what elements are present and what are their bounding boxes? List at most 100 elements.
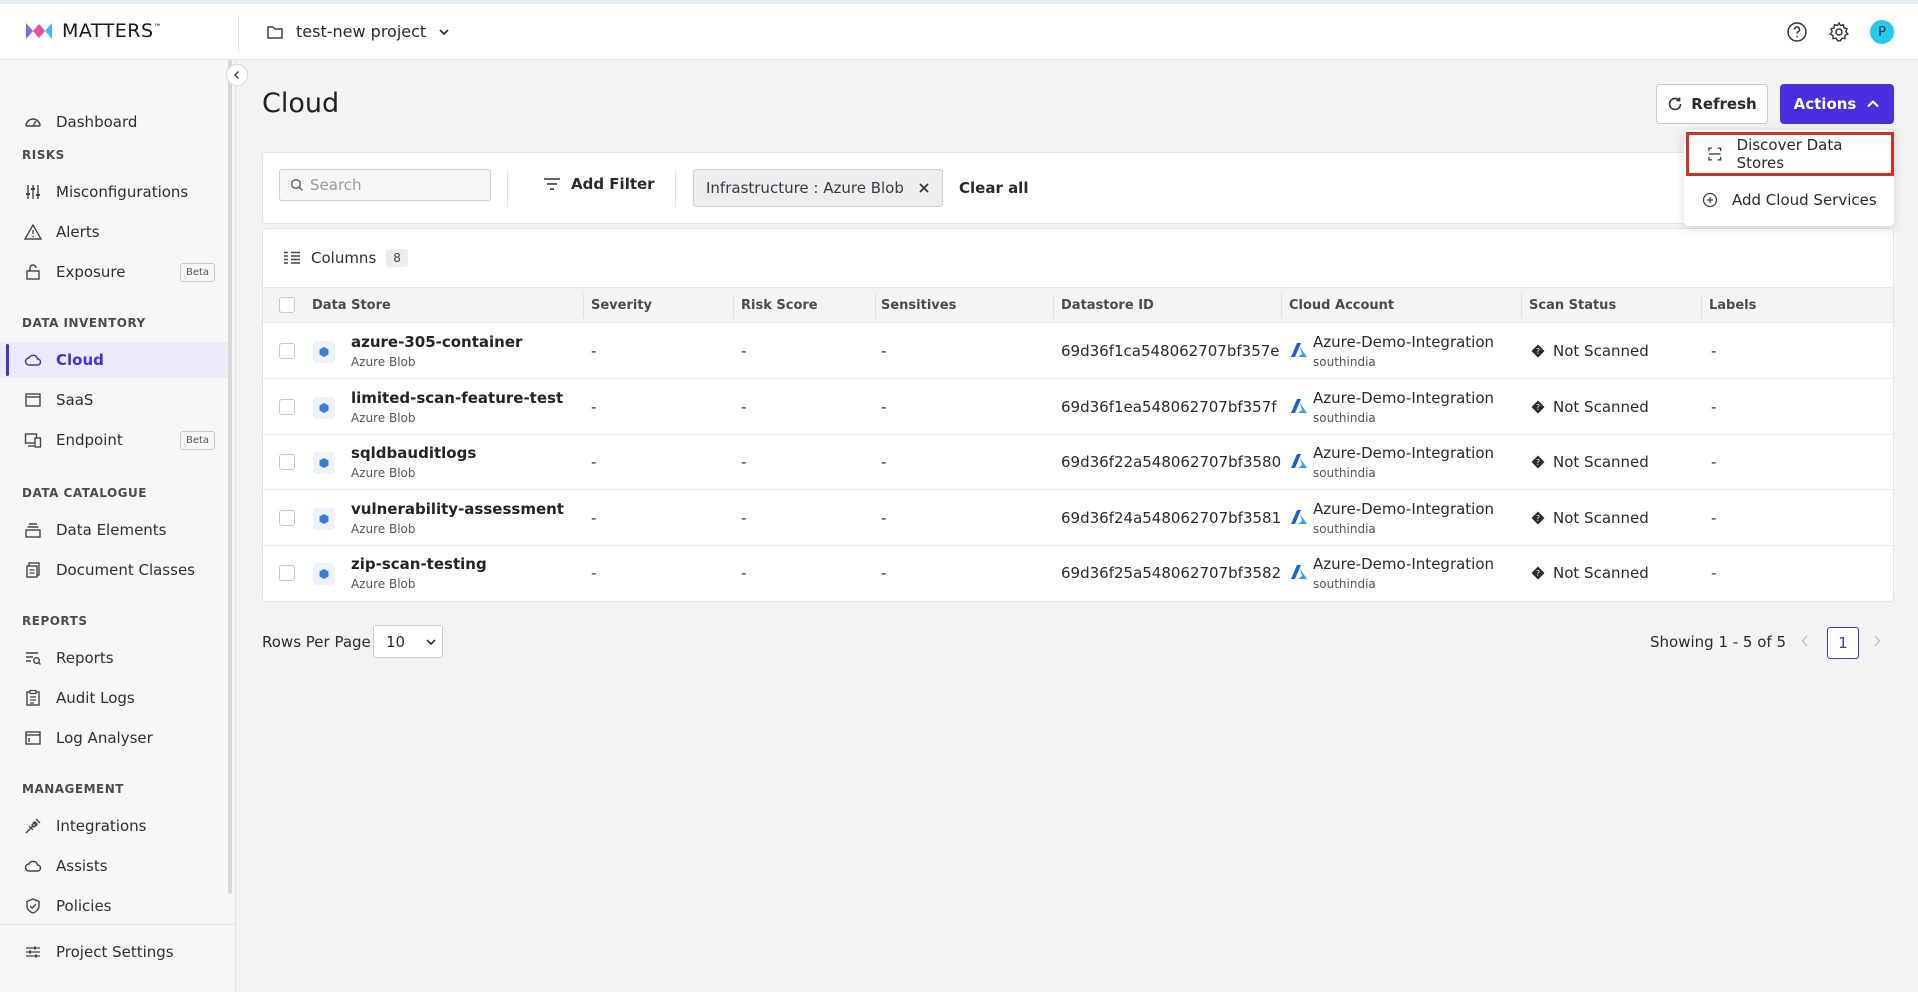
header-severity[interactable]: Severity	[591, 298, 652, 313]
row-checkbox[interactable]	[279, 399, 295, 415]
sidebar-item-integrations[interactable]: Integrations	[0, 808, 228, 844]
menu-item-add-cloud-services[interactable]: Add Cloud Services	[1684, 178, 1894, 222]
row-checkbox[interactable]	[279, 510, 295, 526]
header-datastore-id[interactable]: Datastore ID	[1061, 298, 1154, 313]
header-separator	[1521, 294, 1522, 318]
severity-cell: -	[591, 398, 597, 416]
row-checkbox[interactable]	[279, 565, 295, 581]
table-header: Data Store Severity Risk Score Sensitive…	[263, 287, 1893, 323]
row-checkbox[interactable]	[279, 454, 295, 470]
labels-cell: -	[1711, 509, 1717, 527]
sidebar-item-alerts[interactable]: Alerts	[0, 214, 228, 250]
datastore-id-cell: 69d36f22a548062707bf3580	[1061, 453, 1282, 471]
sidebar-label-saas: SaaS	[56, 391, 94, 409]
previous-page-icon[interactable]	[1800, 634, 1810, 648]
table-row[interactable]: zip-scan-testing Azure Blob - - - 69d36f…	[263, 546, 1893, 601]
sidebar-label-misconfigurations: Misconfigurations	[56, 183, 189, 201]
sidebar-item-misconfigurations[interactable]: Misconfigurations	[0, 174, 228, 210]
svg-text:?: ?	[1536, 458, 1540, 467]
menu-item-discover-data-stores[interactable]: Discover Data Stores	[1686, 132, 1894, 176]
data-store-type: Azure Blob	[351, 466, 416, 480]
sidebar-item-project-settings[interactable]: Project Settings	[0, 934, 228, 970]
header-separator	[1281, 294, 1282, 318]
severity-cell: -	[591, 342, 597, 360]
clear-all-button[interactable]: Clear all	[959, 179, 1028, 197]
cloud-icon	[24, 351, 42, 369]
table-row[interactable]: limited-scan-feature-test Azure Blob - -…	[263, 380, 1893, 435]
filter-icon	[544, 178, 560, 190]
header-cloud-account[interactable]: Cloud Account	[1289, 298, 1394, 313]
cloud-account-region: southindia	[1313, 355, 1376, 369]
add-filter-button[interactable]: Add Filter	[543, 175, 655, 193]
risk-score-cell: -	[741, 509, 747, 527]
header-risk-score[interactable]: Risk Score	[741, 298, 818, 313]
table-row[interactable]: vulnerability-assessment Azure Blob - - …	[263, 491, 1893, 546]
sidebar-item-assists[interactable]: Assists	[0, 848, 228, 884]
sidebar-item-saas[interactable]: SaaS	[0, 382, 228, 418]
app-logo[interactable]: MATTERS™	[24, 18, 162, 44]
sidebar-item-audit-logs[interactable]: Audit Logs	[0, 680, 228, 716]
sidebar-item-policies[interactable]: Policies	[0, 888, 228, 924]
close-icon[interactable]	[918, 182, 930, 194]
row-checkbox[interactable]	[279, 343, 295, 359]
sidebar-item-dashboard[interactable]: Dashboard	[0, 104, 228, 140]
sidebar-item-exposure[interactable]: Exposure Beta	[0, 254, 228, 290]
azure-blob-icon	[313, 341, 335, 363]
table-row[interactable]: azure-305-container Azure Blob - - - 69d…	[263, 324, 1893, 379]
page-number-button[interactable]: 1	[1827, 627, 1859, 659]
dashboard-icon	[24, 113, 42, 131]
search-input[interactable]	[310, 176, 480, 194]
header-data-store[interactable]: Data Store	[312, 298, 391, 313]
folder-icon	[267, 25, 283, 39]
table-row[interactable]: sqldbauditlogs Azure Blob - - - 69d36f22…	[263, 435, 1893, 490]
chevron-down-icon	[439, 28, 449, 35]
sidebar-item-endpoint[interactable]: Endpoint Beta	[0, 422, 228, 458]
header-scan-status[interactable]: Scan Status	[1529, 298, 1616, 313]
sidebar-item-data-elements[interactable]: Data Elements	[0, 512, 228, 548]
datastore-id-cell: 69d36f1ca548062707bf357e	[1061, 342, 1280, 360]
data-store-name[interactable]: limited-scan-feature-test	[351, 389, 563, 407]
sidebar-label-log-analyser: Log Analyser	[56, 729, 153, 747]
scan-status-label: Not Scanned	[1553, 342, 1649, 360]
next-page-icon[interactable]	[1872, 634, 1882, 648]
columns-count-badge: 8	[386, 249, 408, 267]
stack-icon	[24, 521, 42, 539]
columns-toggle[interactable]: Columns 8	[263, 229, 1893, 287]
labels-cell: -	[1711, 342, 1717, 360]
chevron-up-icon	[1867, 100, 1880, 108]
labels-cell: -	[1711, 453, 1717, 471]
datastore-id-cell: 69d36f25a548062707bf3582	[1061, 564, 1282, 582]
refresh-label: Refresh	[1691, 95, 1757, 113]
cloud-account-region: southindia	[1313, 411, 1376, 425]
sidebar-item-reports[interactable]: Reports	[0, 640, 228, 676]
header-labels[interactable]: Labels	[1709, 298, 1756, 313]
sidebar-item-cloud[interactable]: Cloud	[0, 342, 228, 378]
rows-per-page-select[interactable]: 10	[373, 625, 443, 658]
pagination-summary: Showing 1 - 5 of 5	[1650, 633, 1787, 651]
user-avatar[interactable]: P	[1870, 20, 1894, 44]
data-store-name[interactable]: zip-scan-testing	[351, 555, 487, 573]
filter-chip-infrastructure[interactable]: Infrastructure : Azure Blob	[693, 169, 943, 207]
data-store-name[interactable]: sqldbauditlogs	[351, 444, 476, 462]
sidebar-label-cloud: Cloud	[56, 351, 104, 369]
sidebar-item-document-classes[interactable]: Document Classes	[0, 552, 228, 588]
risk-score-cell: -	[741, 342, 747, 360]
project-selector[interactable]: test-new project	[266, 22, 450, 41]
terminal-window-icon	[24, 729, 42, 747]
help-icon[interactable]	[1786, 21, 1808, 43]
sidebar-collapse-button[interactable]	[226, 64, 248, 86]
data-store-name[interactable]: azure-305-container	[351, 333, 522, 351]
header-sensitives[interactable]: Sensitives	[881, 298, 956, 313]
cloud-account-region: southindia	[1313, 577, 1376, 591]
actions-button[interactable]: Actions	[1780, 84, 1894, 124]
sidebar-item-log-analyser[interactable]: Log Analyser	[0, 720, 228, 756]
sidebar-label-reports: Reports	[56, 649, 114, 667]
gear-icon[interactable]	[1828, 21, 1850, 43]
search-box[interactable]	[279, 169, 491, 201]
report-search-icon	[24, 649, 42, 667]
select-all-checkbox[interactable]	[279, 297, 295, 313]
data-store-name[interactable]: vulnerability-assessment	[351, 500, 564, 518]
refresh-button[interactable]: Refresh	[1656, 84, 1768, 124]
sidebar-scrollbar[interactable]	[228, 60, 232, 894]
unknown-status-icon: ?	[1531, 566, 1545, 580]
